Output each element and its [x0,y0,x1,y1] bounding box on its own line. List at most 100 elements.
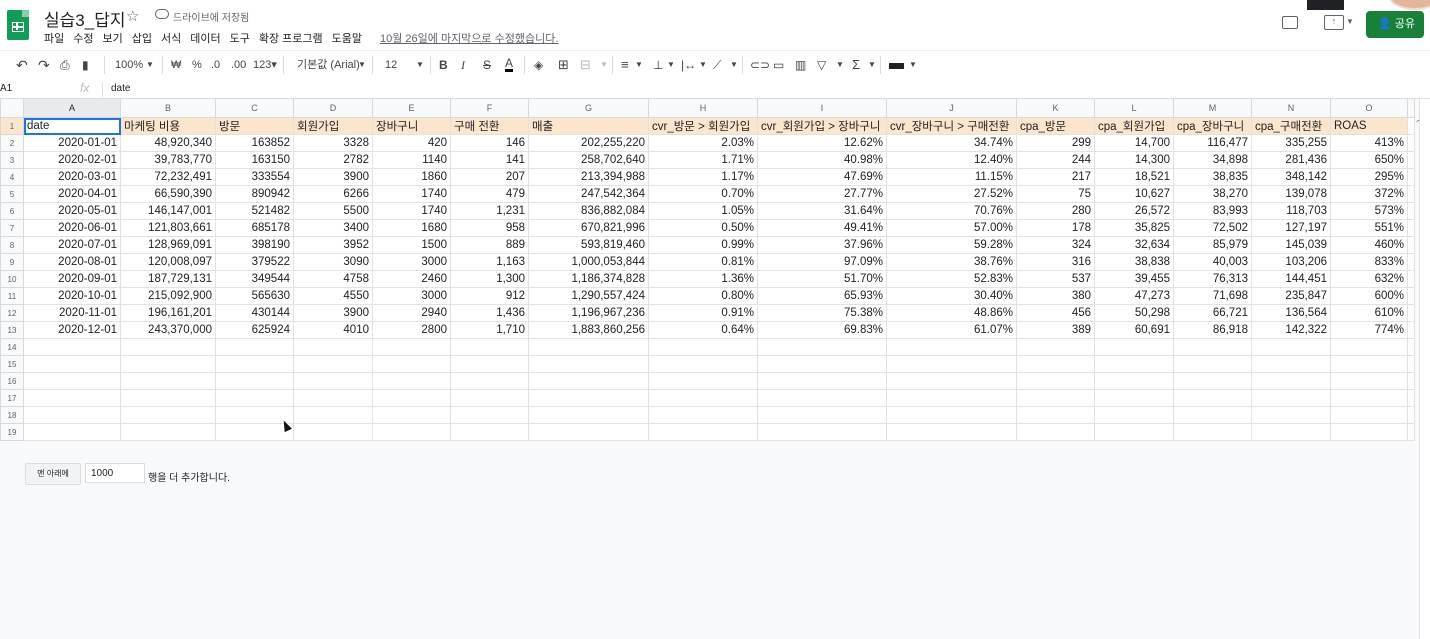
grid-cell[interactable]: 136,564 [1251,304,1331,322]
grid-cell[interactable]: 379522 [215,253,294,271]
more-formats-button[interactable]: 123▾ [253,58,277,72]
grid-cell[interactable]: 1680 [372,219,451,237]
grid-cell[interactable]: 1740 [372,202,451,220]
grid-cell[interactable]: 144,451 [1251,270,1331,288]
grid-cell[interactable] [215,372,294,390]
grid-cell[interactable] [1016,338,1095,356]
grid-cell[interactable] [450,338,529,356]
grid-cell[interactable] [1407,321,1415,339]
chevron-down-icon[interactable]: ▼ [836,58,844,72]
grid-cell[interactable]: 14,700 [1094,134,1174,152]
grid-cell[interactable]: 34.74% [886,134,1017,152]
grid-cell[interactable]: 0.70% [648,185,758,203]
grid-cell[interactable]: 573% [1330,202,1408,220]
italic-button[interactable]: I [461,58,465,72]
row-header[interactable]: 3 [0,151,24,169]
grid-cell[interactable]: 1,196,967,236 [528,304,649,322]
grid-cell[interactable] [1016,406,1095,424]
grid-cell[interactable]: 3900 [293,168,373,186]
grid-cell[interactable]: 1.71% [648,151,758,169]
grid-cell[interactable] [1251,338,1331,356]
grid-cell[interactable]: 70.76% [886,202,1017,220]
column-header[interactable]: D [293,98,373,118]
header-cell[interactable]: cpa_방문 [1016,117,1095,135]
text-wrap-icon[interactable]: |↔ [681,58,696,72]
grid-cell[interactable] [1251,355,1331,373]
row-header[interactable]: 8 [0,236,24,254]
grid-cell[interactable]: 1.17% [648,168,758,186]
grid-cell[interactable]: 2020-10-01 [23,287,121,305]
grid-cell[interactable] [120,423,216,441]
text-rotation-icon[interactable]: ⟋ [713,58,721,72]
column-header[interactable]: J [886,98,1017,118]
grid-cell[interactable]: 66,721 [1173,304,1252,322]
grid-cell[interactable] [886,389,1017,407]
grid-cell[interactable]: 3000 [372,253,451,271]
grid-cell[interactable]: 163852 [215,134,294,152]
header-cell[interactable]: cvr_방문 > 회원가입 [648,117,758,135]
column-header[interactable]: A [23,98,121,118]
grid-cell[interactable] [120,372,216,390]
grid-cell[interactable]: 37.96% [757,236,887,254]
header-cell[interactable]: 구매 전환 [450,117,529,135]
grid-cell[interactable] [528,423,649,441]
grid-cell[interactable] [293,389,373,407]
grid-cell[interactable]: 66,590,390 [120,185,216,203]
grid-cell[interactable]: 1,000,053,844 [528,253,649,271]
undo-icon[interactable]: ↶ [16,58,28,72]
grid-cell[interactable] [1407,151,1415,169]
grid-cell[interactable]: 38,270 [1173,185,1252,203]
comment-history-icon[interactable] [1282,16,1298,29]
row-header[interactable]: 15 [0,355,24,373]
grid-cell[interactable] [372,406,451,424]
grid-cell[interactable]: 48,920,340 [120,134,216,152]
column-header[interactable]: N [1251,98,1331,118]
grid-cell[interactable] [293,406,373,424]
grid-cell[interactable]: 145,039 [1251,236,1331,254]
grid-cell[interactable]: 565630 [215,287,294,305]
header-cell[interactable]: 방문 [215,117,294,135]
formula-input[interactable]: date [111,83,130,94]
chevron-down-icon[interactable]: ▼ [635,58,643,72]
grid-cell[interactable] [23,389,121,407]
grid-cell[interactable]: 1.05% [648,202,758,220]
input-tools-icon[interactable] [889,63,904,69]
grid-cell[interactable] [1094,423,1174,441]
grid-cell[interactable]: 2460 [372,270,451,288]
paint-format-icon[interactable]: ▮ [82,58,89,72]
grid-cell[interactable]: 72,502 [1173,219,1252,237]
grid-cell[interactable] [293,372,373,390]
grid-cell[interactable] [757,423,887,441]
grid-cell[interactable]: 1,186,374,828 [528,270,649,288]
last-edit-link[interactable]: 10월 26일에 마지막으로 수정했습니다. [380,30,558,46]
grid-cell[interactable]: 460% [1330,236,1408,254]
chevron-down-icon[interactable]: ▼ [909,58,917,72]
column-header[interactable]: E [372,98,451,118]
grid-cell[interactable]: 1860 [372,168,451,186]
menu-item[interactable]: 수정 [73,30,93,46]
grid-cell[interactable]: 0.91% [648,304,758,322]
insert-comment-icon[interactable]: ▭ [773,58,784,72]
grid-cell[interactable]: 316 [1016,253,1095,271]
grid-cell[interactable] [215,389,294,407]
grid-cell[interactable] [372,423,451,441]
font-select[interactable]: 기본값 (Arial) [297,58,360,72]
link-icon[interactable]: ⊂⊃ [750,58,770,72]
grid-cell[interactable] [1407,423,1415,441]
menu-item[interactable]: 확장 프로그램 [259,30,323,46]
grid-cell[interactable]: 27.77% [757,185,887,203]
grid-cell[interactable]: 5500 [293,202,373,220]
grid-cell[interactable]: 47,273 [1094,287,1174,305]
text-color-button[interactable]: A [505,57,514,72]
row-header[interactable]: 6 [0,202,24,220]
fill-color-icon[interactable]: ◈ [534,58,543,72]
grid-cell[interactable]: 324 [1016,236,1095,254]
menu-item[interactable]: 서식 [161,30,181,46]
grid-cell[interactable]: 103,206 [1251,253,1331,271]
grid-cell[interactable] [23,423,121,441]
column-header[interactable]: B [120,98,216,118]
grid-cell[interactable]: 127,197 [1251,219,1331,237]
header-cell[interactable]: 회원가입 [293,117,373,135]
grid-cell[interactable]: 333554 [215,168,294,186]
grid-cell[interactable]: 2020-02-01 [23,151,121,169]
